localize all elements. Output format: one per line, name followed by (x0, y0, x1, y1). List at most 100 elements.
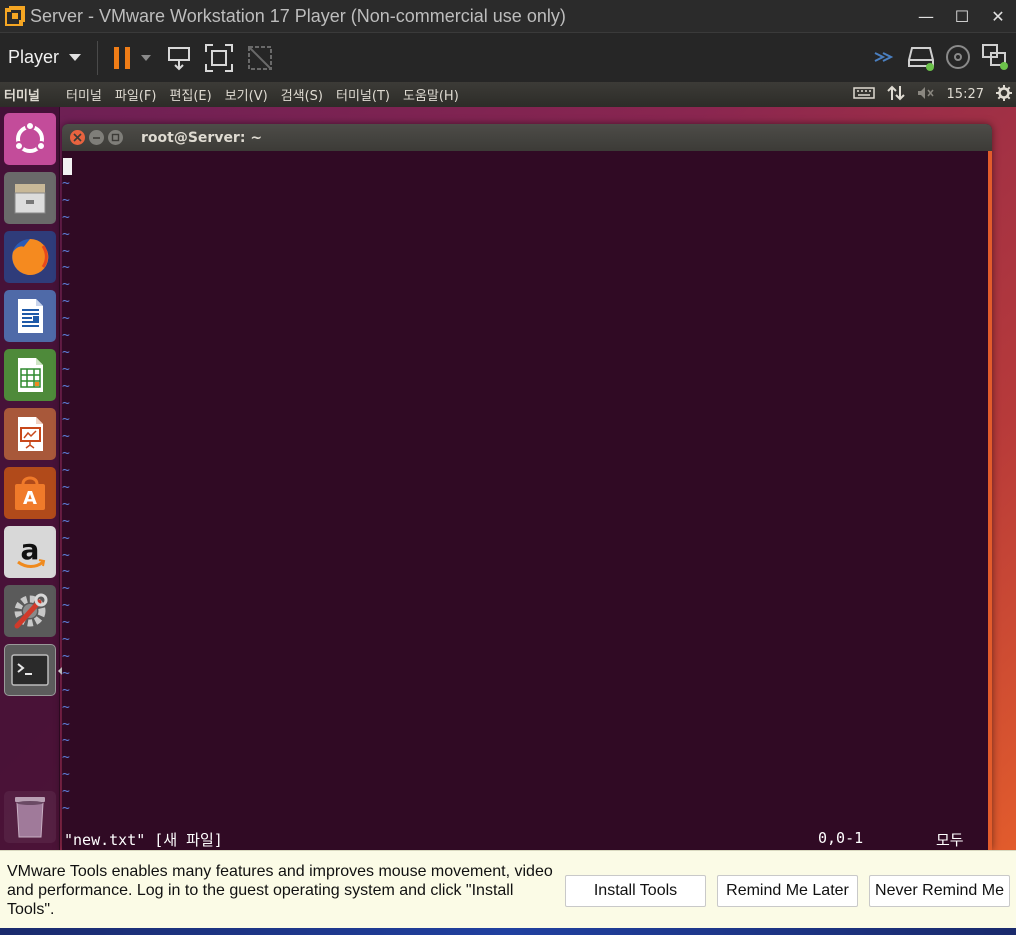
app-menu-bar: 터미널 파일(F) 편집(E) 보기(V) 검색(S) 터미널(T) 도움말(H… (66, 85, 459, 104)
empty-line-markers: ~ ~ ~ ~ ~ ~ ~ ~ ~ ~ ~ ~ ~ ~ ~ ~ ~ ~ ~ ~ ~ ~ ~ ~ ~ ~ ~ ~ ~ ~ ~ ~ ~ ~ ~ ~ ~ ~ (62, 176, 82, 818)
network-updown-icon[interactable] (886, 85, 905, 105)
terminal-close-button[interactable] (70, 130, 85, 145)
unity-icon (248, 45, 273, 70)
ubuntu-desktop: A a root@Server: ~ ~ ~ ~ ~ ~ ~ ~ ~ ~ ~ ~… (0, 107, 1016, 850)
minimize-icon (93, 137, 100, 139)
hard-disk-icon (908, 47, 934, 71)
empty-line-marker: ~ (62, 767, 70, 783)
empty-line-marker: ~ (62, 530, 70, 546)
menu-terminal-t[interactable]: 터미널(T) (336, 85, 390, 104)
menu-search[interactable]: 검색(S) (281, 85, 323, 104)
software-center-button[interactable]: A (4, 467, 56, 519)
libreoffice-calc-icon (18, 358, 43, 392)
network-arrows-icon (874, 52, 894, 62)
ubuntu-dash-icon (14, 121, 46, 153)
vim-editor-area[interactable]: ~ ~ ~ ~ ~ ~ ~ ~ ~ ~ ~ ~ ~ ~ ~ ~ ~ ~ ~ ~ ~ ~ ~ ~ ~ ~ ~ ~ ~ ~ ~ ~ ~ ~ ~ ~ ~ ~ "… (62, 151, 988, 850)
remind-me-later-button[interactable]: Remind Me Later (717, 875, 858, 907)
status-scroll-position: 모두 (936, 831, 964, 849)
empty-line-marker: ~ (62, 328, 70, 344)
empty-line-marker: ~ (62, 226, 70, 242)
menu-edit[interactable]: 편집(E) (169, 85, 211, 104)
maximize-button[interactable]: ☐ (944, 0, 980, 32)
empty-line-marker: ~ (62, 716, 70, 732)
never-remind-me-button[interactable]: Never Remind Me (869, 875, 1010, 907)
empty-line-marker: ~ (62, 192, 70, 208)
close-button[interactable]: ✕ (980, 0, 1016, 32)
pause-button[interactable] (112, 40, 134, 76)
empty-line-marker: ~ (62, 176, 70, 191)
volume-muted-icon[interactable] (917, 86, 935, 104)
terminal-title: root@Server: ~ (141, 129, 263, 146)
files-button[interactable] (4, 172, 56, 224)
empty-line-marker: ~ (62, 615, 70, 631)
system-settings-button[interactable] (4, 585, 56, 637)
empty-line-marker: ~ (62, 260, 70, 276)
libreoffice-impress-button[interactable] (4, 408, 56, 460)
network-adapter-icon (982, 44, 1008, 70)
empty-line-marker: ~ (62, 412, 70, 428)
fullscreen-button[interactable] (204, 40, 234, 76)
empty-line-marker: ~ (62, 800, 70, 816)
empty-line-marker: ~ (62, 513, 70, 529)
libreoffice-impress-icon (18, 417, 43, 451)
libreoffice-calc-button[interactable] (4, 349, 56, 401)
clock[interactable]: 15:27 (947, 87, 984, 102)
menu-view[interactable]: 보기(V) (225, 85, 268, 104)
vmware-logo-icon (2, 3, 28, 29)
send-ctrl-alt-del-button[interactable] (166, 40, 194, 76)
trash-button[interactable] (4, 791, 56, 843)
trash-icon (15, 797, 45, 838)
menu-file[interactable]: 파일(F) (115, 85, 157, 104)
unity-button[interactable] (246, 40, 274, 76)
ubuntu-dash-button[interactable] (4, 113, 56, 165)
menu-terminal[interactable]: 터미널 (66, 85, 102, 104)
unity-launcher: A a (0, 107, 63, 850)
terminal-maximize-button[interactable] (108, 130, 123, 145)
cd-button[interactable] (944, 39, 972, 75)
terminal-scrollbar[interactable] (988, 151, 992, 850)
empty-line-marker: ~ (62, 463, 70, 479)
terminal-title-bar[interactable]: root@Server: ~ (62, 124, 992, 151)
empty-line-marker: ~ (62, 750, 70, 766)
toolbar-divider (97, 40, 99, 75)
player-menu-button[interactable]: Player (8, 47, 82, 68)
terminal-minimize-button[interactable] (89, 130, 104, 145)
empty-line-marker: ~ (62, 784, 70, 800)
terminal-button[interactable] (4, 644, 63, 696)
amazon-icon: a (17, 533, 46, 568)
vim-status-line: "new.txt" [새 파일] 0,0-1 모두 (62, 829, 988, 849)
pause-dropdown-button[interactable] (140, 40, 152, 76)
firefox-button[interactable] (4, 231, 56, 283)
empty-line-marker: ~ (62, 547, 70, 563)
send-ctrl-alt-del-icon (168, 46, 191, 70)
firefox-icon (12, 238, 49, 275)
player-menu-label: Player (8, 47, 60, 67)
svg-text:a: a (21, 533, 40, 566)
text-cursor (63, 158, 72, 175)
menu-help[interactable]: 도움말(H) (403, 85, 459, 104)
active-app-name: 터미널 (4, 89, 40, 104)
empty-line-marker: ~ (62, 598, 70, 614)
empty-line-marker: ~ (62, 648, 70, 664)
vmware-tools-message: VMware Tools enables many features and i… (7, 863, 553, 918)
network-arrows-button[interactable] (872, 39, 898, 75)
minimize-button[interactable]: — (908, 0, 944, 32)
window-title: Server - VMware Workstation 17 Player (N… (30, 5, 566, 26)
empty-line-marker: ~ (62, 344, 70, 360)
empty-line-marker: ~ (62, 395, 70, 411)
settings-gear-icon[interactable] (996, 84, 1012, 105)
empty-line-marker: ~ (62, 311, 70, 327)
empty-line-marker: ~ (62, 361, 70, 377)
close-icon (73, 133, 82, 142)
hard-disk-button[interactable] (906, 39, 936, 75)
empty-line-marker: ~ (62, 733, 70, 749)
terminal-icon (11, 654, 49, 686)
libreoffice-writer-icon (18, 299, 43, 333)
empty-line-marker: ~ (62, 496, 70, 512)
amazon-button[interactable]: a (4, 526, 56, 578)
empty-line-marker: ~ (62, 699, 70, 715)
network-adapter-button[interactable] (980, 39, 1010, 75)
install-tools-button[interactable]: Install Tools (565, 875, 706, 907)
libreoffice-writer-button[interactable] (4, 290, 56, 342)
keyboard-icon[interactable] (852, 86, 875, 103)
